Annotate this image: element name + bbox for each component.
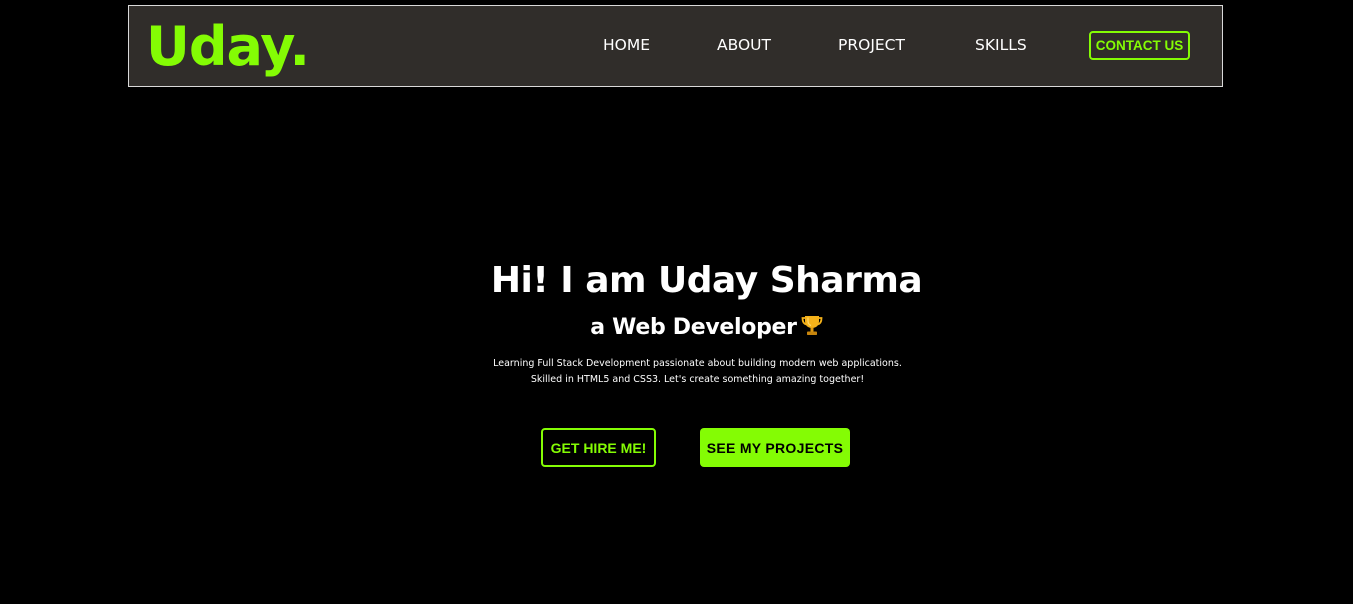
hero-subtitle-text: a Web Developer	[590, 315, 797, 340]
hero-description-line: Learning Full Stack Development passiona…	[493, 358, 902, 369]
hero-subtitle: a Web Developer	[0, 312, 1353, 344]
hero-description-line: Skilled in HTML5 and CSS3. Let's create …	[530, 374, 865, 385]
hero-description: Learning Full Stack Development passiona…	[0, 356, 1353, 388]
see-my-projects-button[interactable]: SEE MY PROJECTS	[700, 428, 850, 467]
trophy-icon	[801, 313, 823, 337]
nav-link-about[interactable]: ABOUT	[717, 35, 771, 55]
logo[interactable]: Uday.	[146, 12, 310, 82]
nav-link-project[interactable]: PROJECT	[838, 35, 905, 55]
hero-title: Hi! I am Uday Sharma	[490, 260, 923, 301]
navbar: Uday. HOME ABOUT PROJECT SKILLS CONTACT …	[128, 5, 1223, 87]
nav-link-skills[interactable]: SKILLS	[975, 35, 1027, 55]
contact-us-button[interactable]: CONTACT US	[1089, 31, 1190, 60]
get-hire-me-button[interactable]: GET HIRE ME!	[541, 428, 656, 467]
nav-link-home[interactable]: HOME	[603, 35, 650, 55]
